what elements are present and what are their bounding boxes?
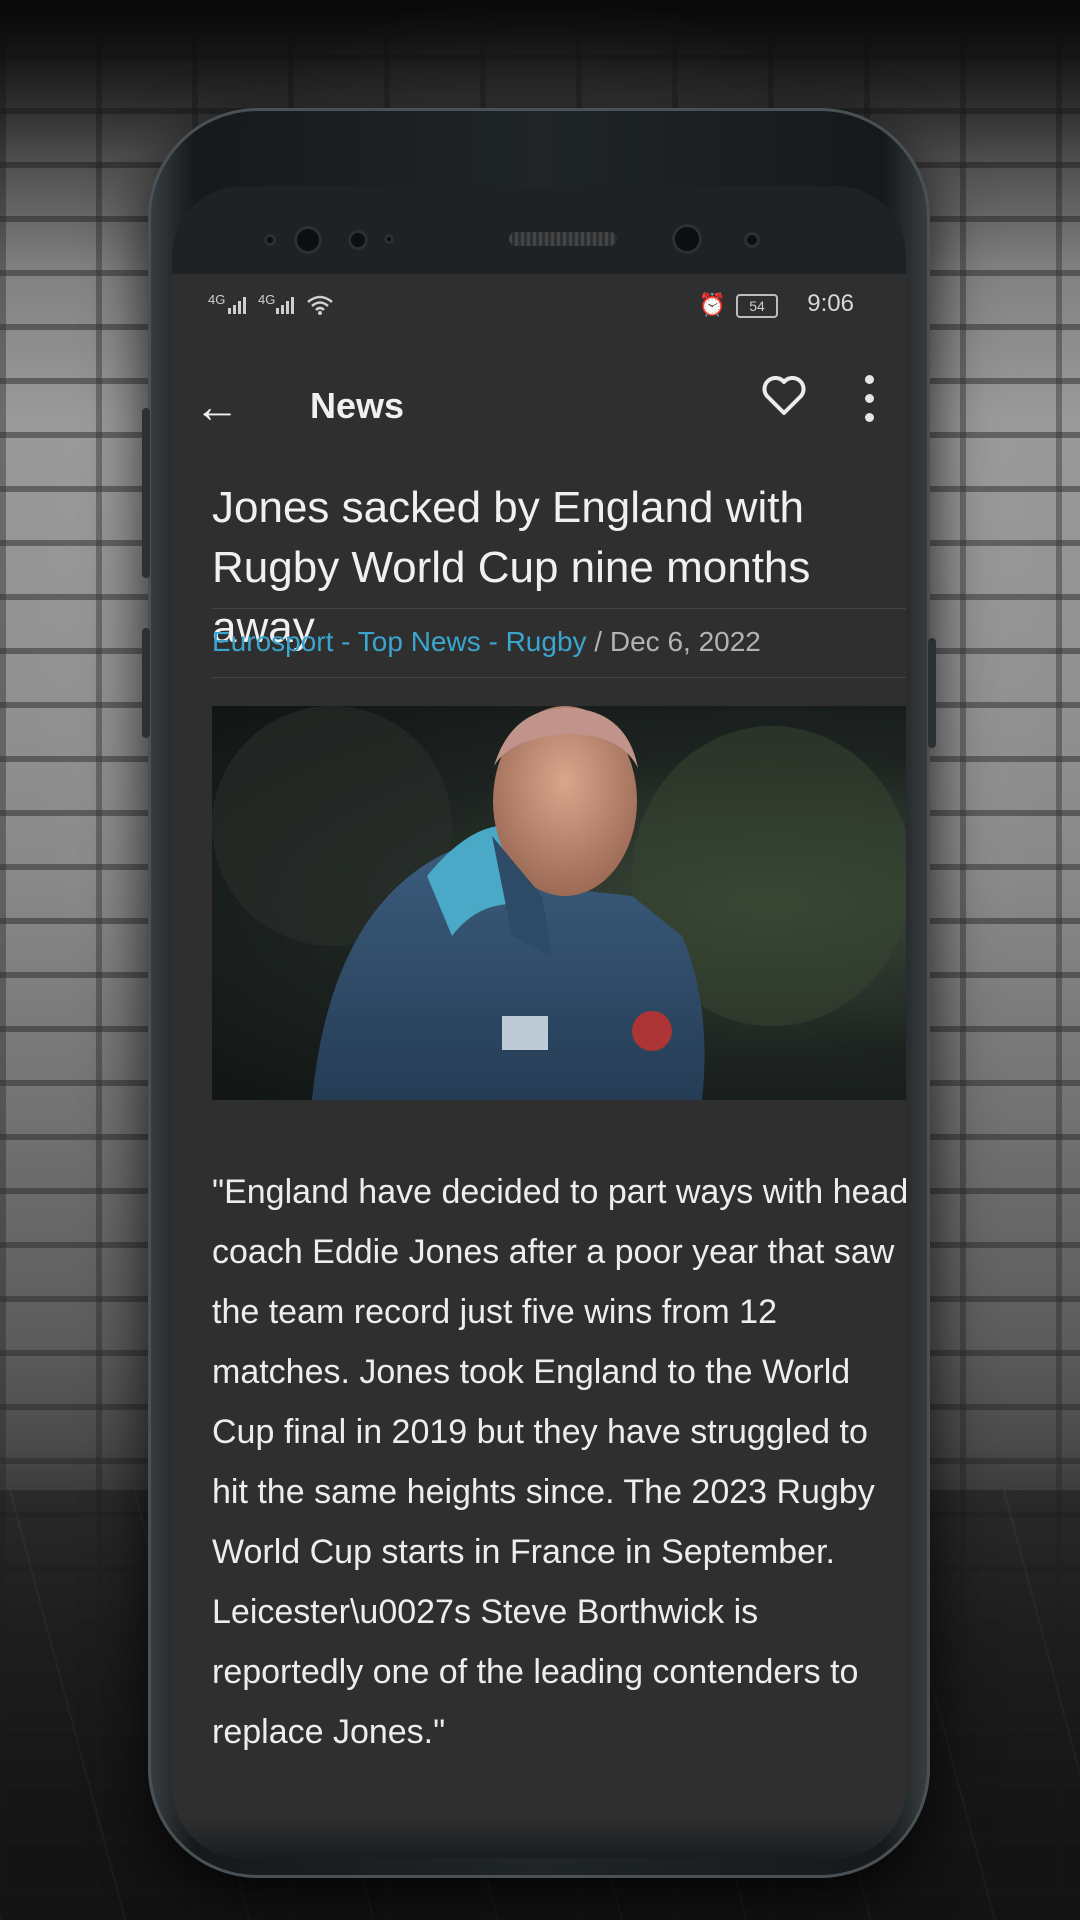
sensor-icon xyxy=(384,234,394,244)
earpiece-speaker xyxy=(509,232,617,246)
volume-button xyxy=(142,408,150,578)
signal-label-1: 4G xyxy=(208,292,226,307)
meta-separator: / xyxy=(586,626,610,657)
power-button xyxy=(928,638,936,748)
article-date: Dec 6, 2022 xyxy=(609,626,761,657)
heart-icon[interactable] xyxy=(760,373,808,417)
battery-indicator: 54 xyxy=(736,294,778,318)
sensor-icon xyxy=(744,232,760,248)
iris-camera-icon xyxy=(672,224,702,254)
more-vert-icon[interactable] xyxy=(862,375,878,432)
sensor-icon xyxy=(264,234,276,246)
article-photo xyxy=(212,706,906,1100)
status-bar: 4G 4G ⏰ 54 9:06 xyxy=(172,286,906,326)
bottom-bezel xyxy=(172,1818,906,1858)
signal-strength-icon xyxy=(228,297,246,314)
signal-label-2: 4G xyxy=(258,292,276,307)
bixby-button xyxy=(142,628,150,738)
alarm-icon: ⏰ xyxy=(698,292,726,317)
source-link[interactable]: Eurosport - Top News - Rugby xyxy=(212,626,587,657)
signal-strength-icon xyxy=(276,297,294,314)
app-bar: ← News xyxy=(172,361,906,451)
phone-frame: 4G 4G ⏰ 54 9:06 ← News Jones sacked by E… xyxy=(142,108,936,1878)
top-bezel xyxy=(172,186,906,274)
article-meta: Eurosport - Top News - Rugby / Dec 6, 20… xyxy=(212,608,906,678)
page-title: News xyxy=(310,385,405,426)
coach-photo-illustration xyxy=(212,706,906,1100)
sensor-icon xyxy=(348,230,368,250)
status-time: 9:06 xyxy=(807,290,854,317)
wifi-icon xyxy=(307,295,333,315)
back-arrow-icon[interactable]: ← xyxy=(194,379,240,433)
phone-screen: 4G 4G ⏰ 54 9:06 ← News Jones sacked by E… xyxy=(172,186,906,1858)
front-camera-icon xyxy=(294,226,322,254)
article-body: "England have decided to part ways with … xyxy=(212,1173,906,1751)
